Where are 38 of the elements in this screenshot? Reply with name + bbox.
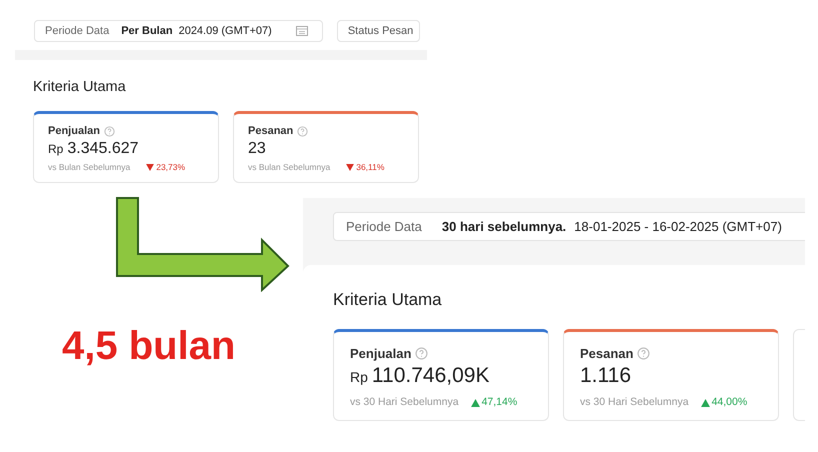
triangle-up-icon [700, 399, 710, 408]
help-icon [297, 126, 308, 136]
currency-label: Rp [48, 142, 64, 158]
triangle-down-icon [146, 164, 154, 172]
help-icon [415, 346, 428, 360]
metric-value: 23 [248, 139, 266, 160]
metric-title: Pesanan [248, 124, 294, 139]
metric-value: 110.746,09K [372, 363, 490, 389]
filter-value: 18-01-2025 - 16-02-2025 (GMT+07) [574, 218, 782, 236]
metric-title: Penjualan [48, 124, 100, 139]
currency-label: Rp [350, 369, 368, 386]
date-filter[interactable]: Periode Data Per Bulan 2024.09 (GMT+07) [34, 20, 323, 42]
status-filter[interactable]: Status Pesan [336, 20, 420, 42]
change-value: 23,73% [156, 161, 186, 174]
metric-value: 3.345.627 [67, 139, 139, 160]
help-icon [637, 346, 650, 360]
triangle-down-icon [346, 164, 354, 172]
triangle-up-icon [470, 399, 480, 408]
metric-title: Pesanan [580, 344, 634, 362]
section-heading: Kriteria Utama [33, 78, 127, 97]
change-value: 44,00% [712, 395, 748, 410]
filter-mode: 30 hari sebelumnya. [442, 218, 566, 236]
comparison-label: vs 30 Hari Sebelumnya [350, 395, 459, 410]
section-heading: Kriteria Utama [333, 289, 443, 311]
comparison-label: vs Bulan Sebelumnya [248, 161, 330, 174]
filter-label: Periode Data [346, 218, 422, 236]
filter-value: 2024.09 (GMT+07) [178, 24, 272, 39]
metric-title: Penjualan [350, 344, 412, 363]
caption: 4,5 bulan [62, 326, 236, 366]
metric-value: 1.116 [580, 363, 631, 389]
change-value: 47,14% [482, 395, 518, 410]
comparison-label: vs 30 Hari Sebelumnya [580, 395, 689, 410]
filter-label: Periode Data [45, 24, 110, 39]
change-value: 36,11% [356, 161, 384, 174]
date-filter[interactable]: Periode Data 30 hari sebelumnya. 18-01-2025 - 16-02-2025 (GMT+07) [333, 212, 805, 241]
filter-mode: Per Bulan [121, 24, 173, 39]
help-icon [104, 126, 115, 136]
comparison-label: vs Bulan Sebelumnya [48, 161, 130, 174]
